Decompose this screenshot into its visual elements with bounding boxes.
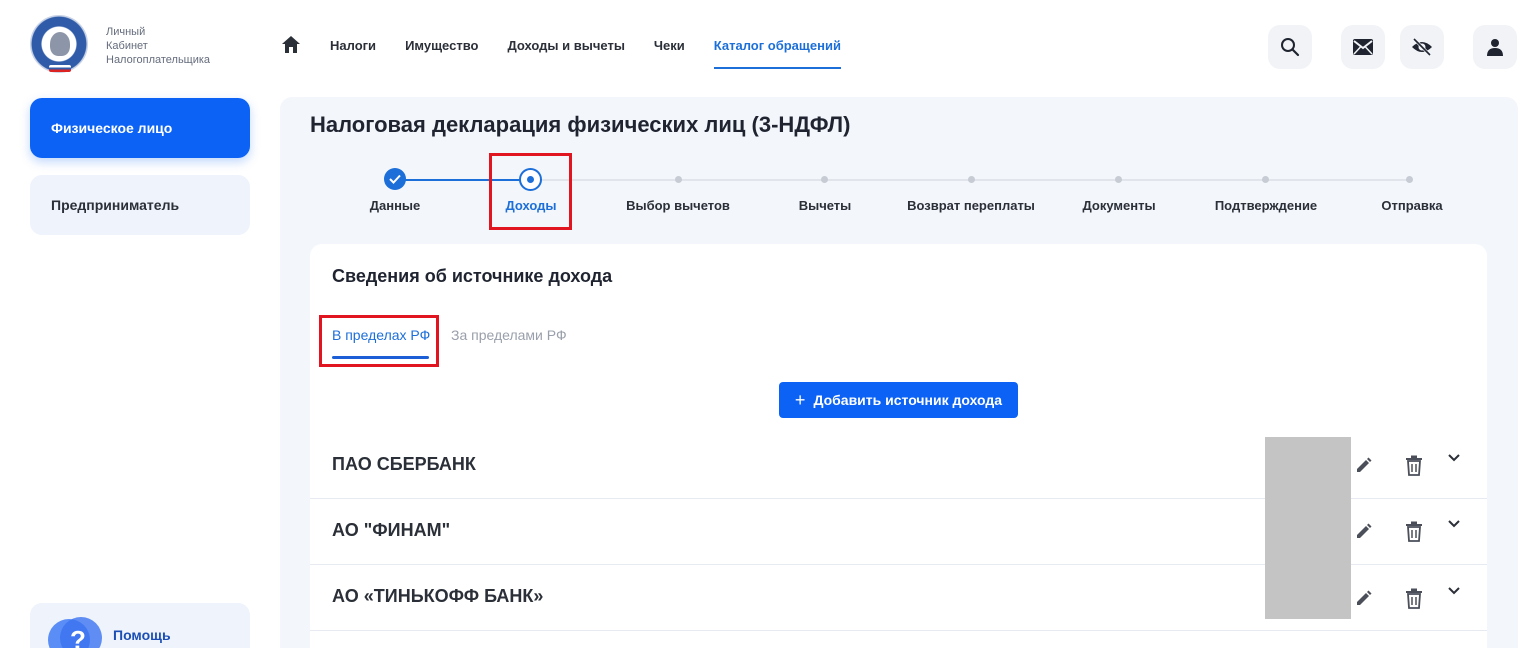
visibility-off-icon bbox=[1412, 38, 1432, 56]
redacted-area bbox=[1265, 437, 1351, 619]
nav-item-taxes[interactable]: Налоги bbox=[330, 38, 376, 53]
brand-line-2: Кабинет bbox=[106, 40, 148, 52]
sidebar-item-individual[interactable]: Физическое лицо bbox=[30, 98, 250, 158]
step-label-documents: Документы bbox=[1082, 198, 1156, 213]
income-sources-title: Сведения об источнике дохода bbox=[332, 266, 613, 286]
step-deduction-choice-marker bbox=[675, 176, 682, 183]
annotation-highlight-step bbox=[489, 153, 572, 230]
trash-icon[interactable] bbox=[1405, 521, 1423, 542]
chevron-down-icon[interactable] bbox=[1447, 519, 1461, 529]
step-label-submission: Отправка bbox=[1381, 198, 1443, 213]
step-documents-marker bbox=[1115, 176, 1122, 183]
search-button[interactable] bbox=[1268, 25, 1312, 69]
trash-icon[interactable] bbox=[1405, 588, 1423, 609]
edit-icon[interactable] bbox=[1355, 589, 1373, 607]
plus-icon: + bbox=[794, 389, 806, 410]
chevron-down-icon[interactable] bbox=[1447, 586, 1461, 596]
home-icon[interactable] bbox=[282, 36, 300, 54]
user-icon bbox=[1487, 39, 1503, 56]
sidebar-item-entrepreneur[interactable]: Предприниматель bbox=[30, 175, 250, 235]
mail-icon bbox=[1353, 39, 1373, 55]
profile-button[interactable] bbox=[1473, 25, 1517, 69]
messages-button[interactable] bbox=[1341, 25, 1385, 69]
step-label-overpayment-refund: Возврат переплаты bbox=[907, 198, 1035, 213]
visibility-toggle-button[interactable] bbox=[1400, 25, 1444, 69]
step-deductions-marker bbox=[821, 176, 828, 183]
brand-line-3: Налогоплательщика bbox=[106, 54, 211, 66]
nav-item-receipts[interactable]: Чеки bbox=[654, 38, 685, 53]
nav-item-income-deductions[interactable]: Доходы и вычеты bbox=[507, 38, 624, 53]
fns-logo[interactable] bbox=[30, 15, 88, 73]
main-nav: Налоги Имущество Доходы и вычеты Чеки Ка… bbox=[282, 36, 870, 69]
flag-ribbon-icon bbox=[49, 65, 71, 72]
step-overpayment-refund-marker bbox=[968, 176, 975, 183]
step-confirmation-marker bbox=[1262, 176, 1269, 183]
header: Личный Кабинет Налогоплательщика Налоги … bbox=[0, 0, 1536, 94]
edit-icon[interactable] bbox=[1355, 522, 1373, 540]
step-label-data[interactable]: Данные bbox=[370, 198, 421, 213]
nav-item-request-catalog[interactable]: Каталог обращений bbox=[713, 38, 842, 69]
brand-text[interactable]: Личный Кабинет Налогоплательщика bbox=[106, 25, 210, 67]
nav-item-property[interactable]: Имущество bbox=[405, 38, 478, 53]
tab-foreign[interactable]: За пределами РФ bbox=[451, 327, 567, 343]
annotation-highlight-tab bbox=[319, 315, 439, 367]
search-icon bbox=[1281, 38, 1300, 57]
question-icon: ? bbox=[70, 625, 86, 648]
add-income-source-label: Добавить источник дохода bbox=[813, 392, 1003, 408]
trash-icon[interactable] bbox=[1405, 455, 1423, 476]
step-label-deduction-choice: Выбор вычетов bbox=[626, 198, 730, 213]
eagle-emblem-icon bbox=[50, 32, 70, 56]
step-label-deductions: Вычеты bbox=[798, 198, 852, 213]
income-source-name: АО «ТИНЬКОФФ БАНК» bbox=[332, 586, 544, 606]
chevron-down-icon[interactable] bbox=[1447, 453, 1461, 463]
add-income-source-button[interactable]: + Добавить источник дохода bbox=[779, 382, 1018, 418]
check-icon bbox=[389, 174, 401, 184]
step-data-marker[interactable] bbox=[384, 168, 406, 190]
page-title: Налоговая декларация физических лиц (3-Н… bbox=[310, 112, 851, 137]
income-source-name: АО "ФИНАМ" bbox=[332, 520, 451, 540]
help-label: Помощь bbox=[113, 627, 171, 643]
income-source-name: ПАО СБЕРБАНК bbox=[332, 454, 476, 474]
edit-icon[interactable] bbox=[1355, 456, 1373, 474]
step-label-confirmation: Подтверждение bbox=[1214, 198, 1318, 213]
help-button[interactable]: ? Помощь bbox=[30, 603, 250, 648]
brand-line-1: Личный bbox=[106, 26, 146, 38]
step-submission-marker bbox=[1406, 176, 1413, 183]
